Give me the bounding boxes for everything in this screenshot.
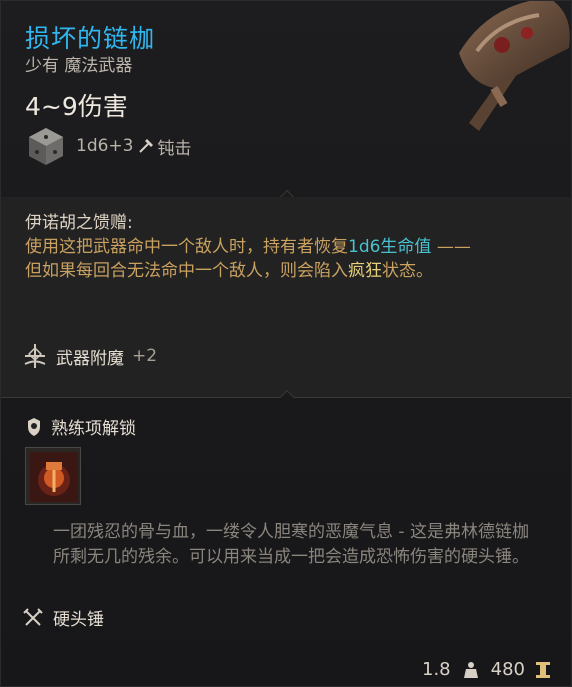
fiendish-action-icon <box>30 452 78 502</box>
item-tooltip: 损坏的链枷 少有 魔法武器 4~9伤害 1d6+3 钝击 伊诺胡之馈赠: 使用这… <box>0 0 572 687</box>
item-damage: 4~9伤害 <box>25 92 128 121</box>
crossed-weapons-icon <box>23 607 43 626</box>
proficiency-label: 熟练项解锁 <box>51 419 136 439</box>
passive-line2-end: 状态。 <box>382 261 433 281</box>
passive-line1-end: —— <box>431 237 471 257</box>
gold-value: 480 <box>490 659 525 680</box>
action-slot[interactable] <box>25 447 81 505</box>
enchantment-value: +2 <box>132 346 158 366</box>
passive-title: 伊诺胡之馈赠: <box>25 213 133 233</box>
passive-line1: 使用这把武器命中一个敌人时，持有者恢复 <box>25 237 348 257</box>
damage-type: 钝击 <box>157 138 192 159</box>
item-name: 损坏的链枷 <box>25 24 156 53</box>
weight-icon <box>463 661 478 678</box>
dice-formula: 1d6+3 <box>76 136 134 156</box>
flail-hammer-icon <box>459 1 570 131</box>
weight-value: 1.8 <box>422 659 451 680</box>
d6-dice-icon <box>29 128 63 165</box>
passive-section: 伊诺胡之馈赠: 使用这把武器命中一个敌人时，持有者恢复1d6生命值 —— 但如果… <box>1 197 571 397</box>
footer-stats: 1.8 480 <box>422 659 551 680</box>
passive-line2: 但如果每回合无法命中一个敌人，则会陷入 <box>25 261 348 281</box>
enchantment-row: 武器附魔 +2 <box>21 342 157 370</box>
weapon-type-label: 硬头锤 <box>53 610 104 630</box>
passive-heal: 1d6生命值 <box>348 237 432 257</box>
damage-dice-row: 1d6+3 钝击 <box>25 125 191 167</box>
proficiency-row: 熟练项解锁 <box>25 414 136 439</box>
proficiency-unlock-icon <box>28 417 40 436</box>
passive-description: 伊诺胡之馈赠: 使用这把武器命中一个敌人时，持有者恢复1d6生命值 —— 但如果… <box>25 211 525 283</box>
passive-madness: 疯狂 <box>348 261 382 281</box>
divider <box>1 389 571 405</box>
flavor-text: 一团残忍的骨与血，一缕令人胆寒的恶魔气息 - 这是弗林德链枷所剩无几的残余。可以… <box>53 522 529 567</box>
weapon-type-row: 硬头锤 <box>23 605 104 630</box>
gold-icon <box>536 661 550 678</box>
item-rarity: 少有 魔法武器 <box>25 56 133 76</box>
enchantment-label: 武器附魔 <box>56 348 124 369</box>
enchantment-icon <box>24 344 46 368</box>
blunt-damage-icon <box>139 139 154 153</box>
tooltip-header: 损坏的链枷 少有 魔法武器 4~9伤害 1d6+3 钝击 <box>1 1 571 197</box>
